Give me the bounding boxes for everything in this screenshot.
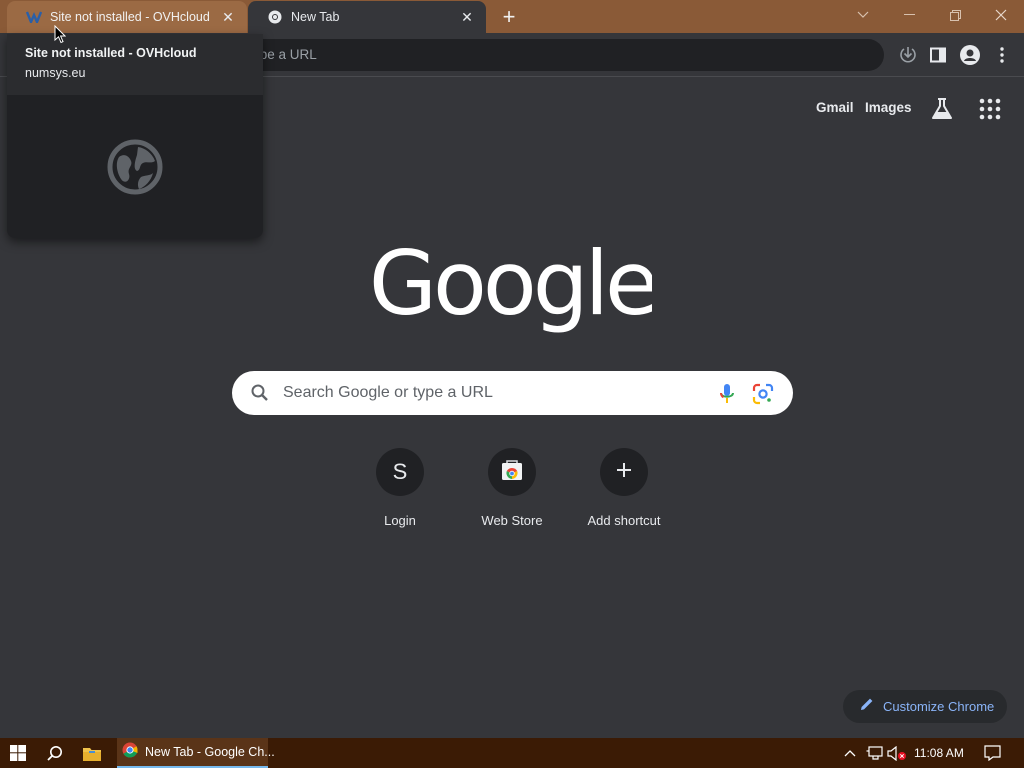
gmail-link[interactable]: Gmail	[816, 100, 854, 115]
customize-chrome-button[interactable]: Customize Chrome	[843, 690, 1007, 723]
tab-new-tab[interactable]: New Tab ✕	[248, 1, 486, 33]
search-input[interactable]	[283, 371, 703, 415]
shortcut-web-store[interactable]: Web Store	[456, 448, 568, 540]
taskbar-chrome-label: New Tab - Google Ch...	[145, 745, 275, 759]
shortcut-letter-icon: S	[392, 459, 408, 484]
google-logo-wordmark: Google	[369, 232, 659, 335]
google-logo: Google	[369, 226, 659, 336]
side-panel-icon[interactable]	[928, 45, 948, 65]
shortcut-tile: S	[376, 448, 424, 496]
google-apps-icon[interactable]	[979, 98, 1001, 120]
google-lens-icon[interactable]	[752, 383, 774, 405]
network-icon[interactable]	[864, 738, 884, 768]
tab-title: Site not installed - OVHcloud	[50, 10, 210, 24]
shortcut-login[interactable]: S Login	[344, 448, 456, 540]
tab-strip: Site not installed - OVHcloud ✕ New Tab …	[0, 0, 1024, 33]
shortcut-tile	[600, 448, 648, 496]
customize-chrome-label: Customize Chrome	[883, 699, 995, 714]
close-tab-icon[interactable]: ✕	[458, 8, 476, 26]
taskbar-clock[interactable]: 11:08 AM	[914, 746, 964, 760]
close-icon[interactable]	[978, 0, 1024, 30]
file-explorer-icon[interactable]	[75, 738, 109, 768]
plus-icon	[616, 462, 632, 483]
mouse-cursor-icon	[54, 25, 66, 44]
hover-card-preview	[7, 95, 263, 238]
shortcut-label: Login	[384, 513, 416, 528]
taskbar-chrome-button[interactable]: New Tab - Google Ch...	[117, 738, 275, 768]
restore-icon[interactable]	[932, 0, 978, 30]
search-icon[interactable]	[38, 738, 72, 768]
globe-icon	[107, 139, 163, 195]
search-box[interactable]	[232, 371, 793, 415]
more-menu-icon[interactable]	[992, 45, 1012, 65]
notification-icon[interactable]	[978, 738, 1006, 768]
hover-card-domain: numsys.eu	[25, 66, 86, 80]
labs-flask-icon[interactable]	[930, 97, 954, 121]
microphone-icon[interactable]	[718, 383, 736, 405]
shortcut-label: Web Store	[481, 513, 543, 528]
chevron-down-icon[interactable]	[840, 0, 886, 30]
shortcut-label: Add shortcut	[587, 513, 661, 528]
shortcut-tile	[488, 448, 536, 496]
search-icon	[250, 383, 270, 403]
svg-text:Google: Google	[372, 232, 652, 335]
tab-site-not-installed[interactable]: Site not installed - OVHcloud ✕	[7, 1, 247, 33]
chrome-icon	[122, 742, 138, 763]
shortcut-add[interactable]: Add shortcut	[568, 448, 680, 540]
volume-muted-icon[interactable]	[886, 738, 908, 768]
close-tab-icon[interactable]: ✕	[219, 8, 237, 26]
profile-icon[interactable]	[960, 45, 980, 65]
new-tab-button[interactable]: +	[498, 6, 520, 28]
ovhcloud-logo-icon	[26, 9, 42, 25]
hover-card-title: Site not installed - OVHcloud	[25, 46, 197, 60]
web-store-icon	[501, 459, 523, 486]
windows-taskbar: New Tab - Google Ch... 11:08 AM	[0, 738, 1024, 768]
windows-start-icon[interactable]	[0, 738, 36, 768]
download-icon[interactable]	[898, 45, 918, 65]
hover-card-header: Site not installed - OVHcloud numsys.eu	[7, 34, 263, 95]
pencil-icon	[860, 697, 874, 716]
chevron-up-icon[interactable]	[842, 738, 858, 768]
chrome-icon	[267, 9, 283, 25]
minimize-icon[interactable]	[886, 0, 932, 30]
tab-title: New Tab	[291, 10, 340, 24]
images-link[interactable]: Images	[865, 100, 912, 115]
tab-hover-card: Site not installed - OVHcloud numsys.eu	[7, 34, 263, 238]
